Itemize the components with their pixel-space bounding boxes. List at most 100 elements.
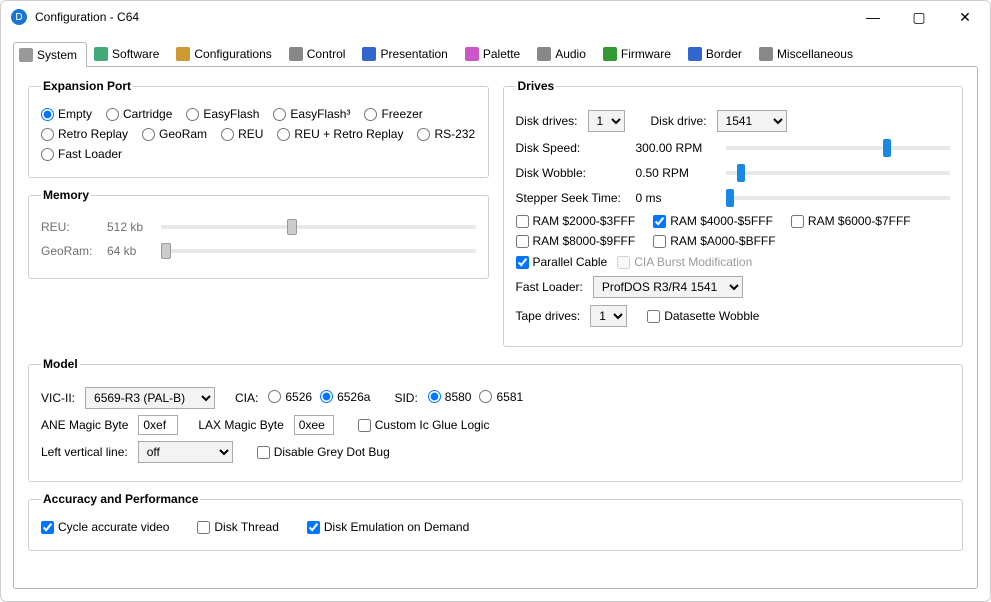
audio-icon xyxy=(537,47,551,61)
expansion-port-group: Expansion Port Empty Cartridge EasyFlash Ea… xyxy=(28,79,489,178)
memory-group: Memory REU: 512 kb GeoRam: 64 kb xyxy=(28,188,489,279)
exp-freezer[interactable]: Freezer xyxy=(364,107,422,121)
config-window: D Configuration - C64 — ▢ ✕ SystemSoftwa… xyxy=(0,0,991,602)
lvl-select[interactable]: off xyxy=(138,441,233,463)
tab-configurations[interactable]: Configurations xyxy=(170,41,281,66)
cia-label: CIA: xyxy=(235,391,258,405)
tab-strip: SystemSoftwareConfigurationsControlPrese… xyxy=(1,33,990,66)
lax-label: LAX Magic Byte xyxy=(198,418,283,432)
reu-slider[interactable] xyxy=(161,218,476,236)
drives-group: Drives Disk drives: 1 Disk drive: 1541 D… xyxy=(503,79,964,347)
minimize-button[interactable]: — xyxy=(850,2,896,32)
cia-6526[interactable]: 6526 xyxy=(268,390,312,404)
exp-rs-232[interactable]: RS-232 xyxy=(417,127,475,141)
tape-drives-select[interactable]: 1 xyxy=(590,305,627,327)
configurations-icon xyxy=(176,47,190,61)
memory-legend: Memory xyxy=(41,188,91,202)
tab-content: Expansion Port Empty Cartridge EasyFlash Ea… xyxy=(13,66,978,589)
disk-speed-label: Disk Speed: xyxy=(516,141,626,155)
georam-value: 64 kb xyxy=(107,244,151,258)
lax-input[interactable] xyxy=(294,415,334,435)
window-title: Configuration - C64 xyxy=(35,10,850,24)
grey-dot-check[interactable]: Disable Grey Dot Bug xyxy=(257,445,390,459)
cia-6526a[interactable]: 6526a xyxy=(320,390,370,404)
border-icon xyxy=(688,47,702,61)
software-icon xyxy=(94,47,108,61)
presentation-icon xyxy=(362,47,376,61)
system-icon xyxy=(19,48,33,62)
disk-speed-value: 300.00 RPM xyxy=(636,141,716,155)
seek-value: 0 ms xyxy=(636,191,716,205)
exp-easyflash[interactable]: EasyFlash xyxy=(186,107,259,121)
vic-label: VIC-II: xyxy=(41,391,75,405)
reu-label: REU: xyxy=(41,220,97,234)
custom-glue-check[interactable]: Custom Ic Glue Logic xyxy=(358,418,490,432)
expansion-options: Empty Cartridge EasyFlash EasyFlash³ Freezer… xyxy=(41,107,476,161)
tab-border[interactable]: Border xyxy=(682,41,752,66)
acc-check[interactable]: Cycle accurate video xyxy=(41,520,169,534)
disk-wobble-label: Disk Wobble: xyxy=(516,166,626,180)
tape-drives-label: Tape drives: xyxy=(516,309,581,323)
app-icon: D xyxy=(11,9,27,25)
disk-wobble-value: 0.50 RPM xyxy=(636,166,716,180)
maximize-button[interactable]: ▢ xyxy=(896,2,942,32)
tab-miscellaneous[interactable]: Miscellaneous xyxy=(753,41,863,66)
ram-check[interactable]: RAM $6000-$7FFF xyxy=(791,214,911,228)
georam-label: GeoRam: xyxy=(41,244,97,258)
georam-slider[interactable] xyxy=(161,242,476,260)
datasette-wobble-check[interactable]: Datasette Wobble xyxy=(647,309,759,323)
sid-6581[interactable]: 6581 xyxy=(479,390,523,404)
lvl-label: Left vertical line: xyxy=(41,445,128,459)
exp-empty[interactable]: Empty xyxy=(41,107,92,121)
exp-georam[interactable]: GeoRam xyxy=(142,127,207,141)
fastloader-select[interactable]: ProfDOS R3/R4 1541 xyxy=(593,276,743,298)
accuracy-group: Accuracy and Performance Cycle accurate … xyxy=(28,492,963,551)
drives-legend: Drives xyxy=(516,79,557,93)
tab-control[interactable]: Control xyxy=(283,41,356,66)
cia-burst-check: CIA Burst Modification xyxy=(617,255,752,269)
tab-presentation[interactable]: Presentation xyxy=(356,41,457,66)
exp-retro-replay[interactable]: Retro Replay xyxy=(41,127,128,141)
tab-system[interactable]: System xyxy=(13,42,87,67)
sid-8580[interactable]: 8580 xyxy=(428,390,472,404)
tab-firmware[interactable]: Firmware xyxy=(597,41,681,66)
tab-software[interactable]: Software xyxy=(88,41,169,66)
exp-fast-loader[interactable]: Fast Loader xyxy=(41,147,122,161)
seek-slider[interactable] xyxy=(726,189,951,207)
disk-wobble-slider[interactable] xyxy=(726,164,951,182)
acc-check[interactable]: Disk Emulation on Demand xyxy=(307,520,469,534)
ane-label: ANE Magic Byte xyxy=(41,418,128,432)
model-group: Model VIC-II: 6569-R3 (PAL-B) CIA: 6526 6… xyxy=(28,357,963,482)
fastloader-label: Fast Loader: xyxy=(516,280,583,294)
exp-easyflash-[interactable]: EasyFlash³ xyxy=(273,107,350,121)
miscellaneous-icon xyxy=(759,47,773,61)
disk-drives-select[interactable]: 1 xyxy=(588,110,625,132)
tab-audio[interactable]: Audio xyxy=(531,41,596,66)
expansion-legend: Expansion Port xyxy=(41,79,133,93)
reu-value: 512 kb xyxy=(107,220,151,234)
acc-check[interactable]: Disk Thread xyxy=(197,520,278,534)
close-button[interactable]: ✕ xyxy=(942,2,988,32)
disk-drives-label: Disk drives: xyxy=(516,114,578,128)
disk-drive-select[interactable]: 1541 xyxy=(717,110,787,132)
ram-checks: RAM $2000-$3FFF RAM $4000-$5FFF RAM $6000-… xyxy=(516,214,951,248)
disk-drive-label: Disk drive: xyxy=(651,114,707,128)
ane-input[interactable] xyxy=(138,415,178,435)
parallel-cable-check[interactable]: Parallel Cable xyxy=(516,255,608,269)
exp-cartridge[interactable]: Cartridge xyxy=(106,107,172,121)
vic-select[interactable]: 6569-R3 (PAL-B) xyxy=(85,387,215,409)
ram-check[interactable]: RAM $4000-$5FFF xyxy=(653,214,773,228)
seek-label: Stepper Seek Time: xyxy=(516,191,626,205)
ram-check[interactable]: RAM $A000-$BFFF xyxy=(653,234,775,248)
control-icon xyxy=(289,47,303,61)
model-legend: Model xyxy=(41,357,80,371)
exp-reu[interactable]: REU xyxy=(221,127,263,141)
tab-palette[interactable]: Palette xyxy=(459,41,530,66)
ram-check[interactable]: RAM $2000-$3FFF xyxy=(516,214,636,228)
accuracy-checks: Cycle accurate video Disk Thread Disk Emul… xyxy=(41,520,950,534)
palette-icon xyxy=(465,47,479,61)
exp-reu-retro-replay[interactable]: REU + Retro Replay xyxy=(277,127,403,141)
ram-check[interactable]: RAM $8000-$9FFF xyxy=(516,234,636,248)
sid-label: SID: xyxy=(394,391,417,405)
disk-speed-slider[interactable] xyxy=(726,139,951,157)
